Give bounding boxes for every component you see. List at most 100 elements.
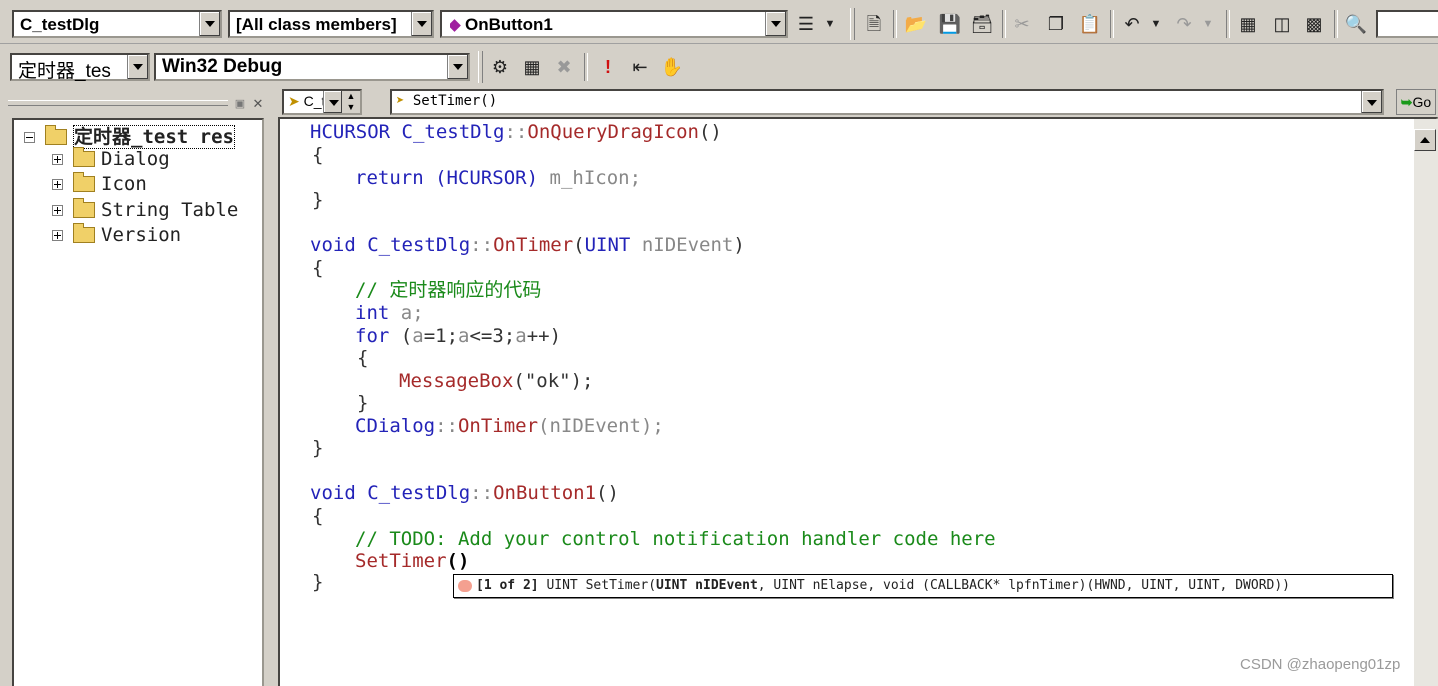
output-window-icon[interactable]: ◫ [1268, 10, 1296, 38]
code-token: :: [435, 415, 458, 437]
tree-root[interactable]: 定时器_test res [24, 122, 235, 149]
code-line: for (a=1;a<=3;a++) [355, 325, 561, 348]
chevron-down-icon[interactable] [765, 12, 786, 36]
go-label: Go [1412, 94, 1432, 110]
code-line: void C_testDlg::OnTimer(UINT nIDEvent) [310, 234, 745, 257]
open-folder-icon[interactable]: 📂 [902, 10, 930, 38]
chevron-down-icon[interactable] [411, 12, 432, 36]
expand-icon[interactable] [52, 205, 63, 216]
workspace-icon[interactable]: ▦ [1234, 10, 1262, 38]
chevron-down-icon[interactable]: ▼ [816, 10, 844, 38]
code-token: int [355, 302, 390, 324]
separator [1002, 10, 1006, 38]
code-token: m_hIcon; [549, 167, 642, 189]
toolbar-grip[interactable] [478, 51, 483, 83]
config-combo[interactable]: Win32 Debug [154, 53, 470, 81]
code-token: nIDEvent [641, 234, 734, 256]
code-token: a [412, 325, 424, 347]
filter-combo-text: [All class members] [236, 15, 397, 34]
window-list-icon[interactable]: ▩ [1300, 10, 1328, 38]
expand-icon[interactable] [52, 179, 63, 190]
scroll-up-button[interactable] [1414, 129, 1436, 151]
code-line: { [312, 505, 324, 527]
member-name: OnButton1 [465, 15, 553, 34]
dock-icon[interactable]: ▣ [232, 96, 248, 112]
code-line: MessageBox("ok"); [399, 370, 593, 393]
code-token: :: [504, 121, 528, 143]
arrow-right-icon: ➤ [396, 93, 405, 109]
find-combo[interactable] [1376, 10, 1438, 38]
tree-item-string-table[interactable]: String Table [52, 197, 238, 221]
chevron-down-icon[interactable] [127, 55, 148, 79]
separator [1226, 10, 1230, 38]
go-arrow-icon: ➥ [1400, 94, 1413, 110]
chevron-down-icon[interactable]: ▼ [1194, 10, 1222, 38]
expand-icon[interactable] [52, 230, 63, 241]
config-combo-text: Win32 Debug [162, 56, 283, 77]
build-icon[interactable]: ▦ [518, 53, 546, 81]
code-token: OnQueryDragIcon [527, 121, 699, 143]
overload-counter[interactable]: [1 of 2] [476, 578, 539, 593]
chevron-down-icon[interactable] [323, 91, 342, 113]
project-combo[interactable]: 定时器_tes [10, 53, 150, 82]
code-line: { [357, 347, 369, 369]
paste-icon[interactable]: 📋 [1076, 10, 1104, 38]
code-token: () [698, 121, 722, 143]
tooltip-text: UINT SetTimer( [546, 578, 657, 593]
chevron-down-icon[interactable] [199, 12, 220, 36]
function-nav-combo[interactable]: ➤ SetTimer() [390, 89, 1384, 115]
class-nav-combo[interactable]: ➤ C_t ▲ ▼ [282, 89, 362, 115]
folder-icon [73, 197, 95, 218]
execute-icon[interactable]: ! [594, 53, 622, 81]
code-line: return (HCURSOR) m_hIcon; [355, 167, 641, 190]
close-icon[interactable]: ✕ [250, 96, 266, 112]
tree-item-dialog[interactable]: Dialog [52, 146, 170, 170]
code-token: ( [573, 234, 585, 256]
copy-icon[interactable]: ❐ [1042, 10, 1070, 38]
toolbar-grip[interactable] [850, 8, 855, 40]
save-all-icon[interactable]: 🗃 [968, 10, 996, 38]
cut-icon[interactable]: ✂ [1008, 10, 1036, 38]
chevron-down-icon[interactable] [1361, 91, 1382, 113]
filter-combo[interactable]: [All class members] [228, 10, 434, 38]
code-token: CDialog [355, 415, 436, 437]
code-editor[interactable]: HCURSOR C_testDlg::OnQueryDragIcon() { r… [282, 119, 1412, 686]
member-combo[interactable]: OnButton1 [440, 10, 788, 38]
code-token: HCURSOR [310, 121, 391, 143]
class-combo[interactable]: C_testDlg [12, 10, 222, 38]
member-combo-text: OnButton1 [450, 15, 553, 35]
compile-icon[interactable]: ⚙ [486, 53, 514, 81]
arrow-right-icon: ➤ [288, 93, 300, 109]
chevron-down-icon[interactable] [447, 55, 468, 79]
arrow-up-icon [1420, 137, 1430, 143]
breakpoint-hand-icon[interactable]: ✋ [658, 53, 686, 81]
stop-build-icon[interactable]: ✖ [550, 53, 578, 81]
code-token: () [446, 550, 470, 572]
collapse-icon[interactable] [24, 132, 35, 143]
chevron-down-icon[interactable]: ▼ [1142, 10, 1170, 38]
spin-icon[interactable]: ▲ ▼ [342, 91, 360, 113]
code-token: OnButton1 [493, 482, 597, 504]
panel-title-bar[interactable]: ▣ ✕ [6, 96, 264, 116]
tree-item-label: Icon [101, 173, 147, 195]
save-icon[interactable]: 💾 [936, 10, 964, 38]
vertical-scrollbar[interactable] [1414, 119, 1438, 686]
code-token: OnTimer [493, 234, 574, 256]
code-token: :: [470, 234, 494, 256]
code-line: { [312, 144, 324, 166]
go-debug-icon[interactable]: ⇤ [626, 53, 654, 81]
workspace-panel: ▣ ✕ 定时器_test res Dialog Icon String Tabl… [0, 88, 272, 686]
new-file-icon[interactable]: 🗎 [860, 10, 888, 38]
tree-item-icon[interactable]: Icon [52, 171, 147, 195]
separator [1334, 10, 1338, 38]
code-token: (HCURSOR) [435, 167, 539, 189]
go-button[interactable]: ➥Go [1396, 89, 1436, 115]
find-in-files-icon[interactable]: 🔍 [1342, 10, 1370, 38]
code-token: ) [733, 234, 745, 256]
code-token: <=3; [469, 325, 516, 347]
code-line: SetTimer() [355, 550, 469, 573]
code-token: return [355, 167, 424, 189]
expand-icon[interactable] [52, 154, 63, 165]
tree-item-version[interactable]: Version [52, 222, 181, 246]
code-token: ++) [526, 325, 562, 347]
